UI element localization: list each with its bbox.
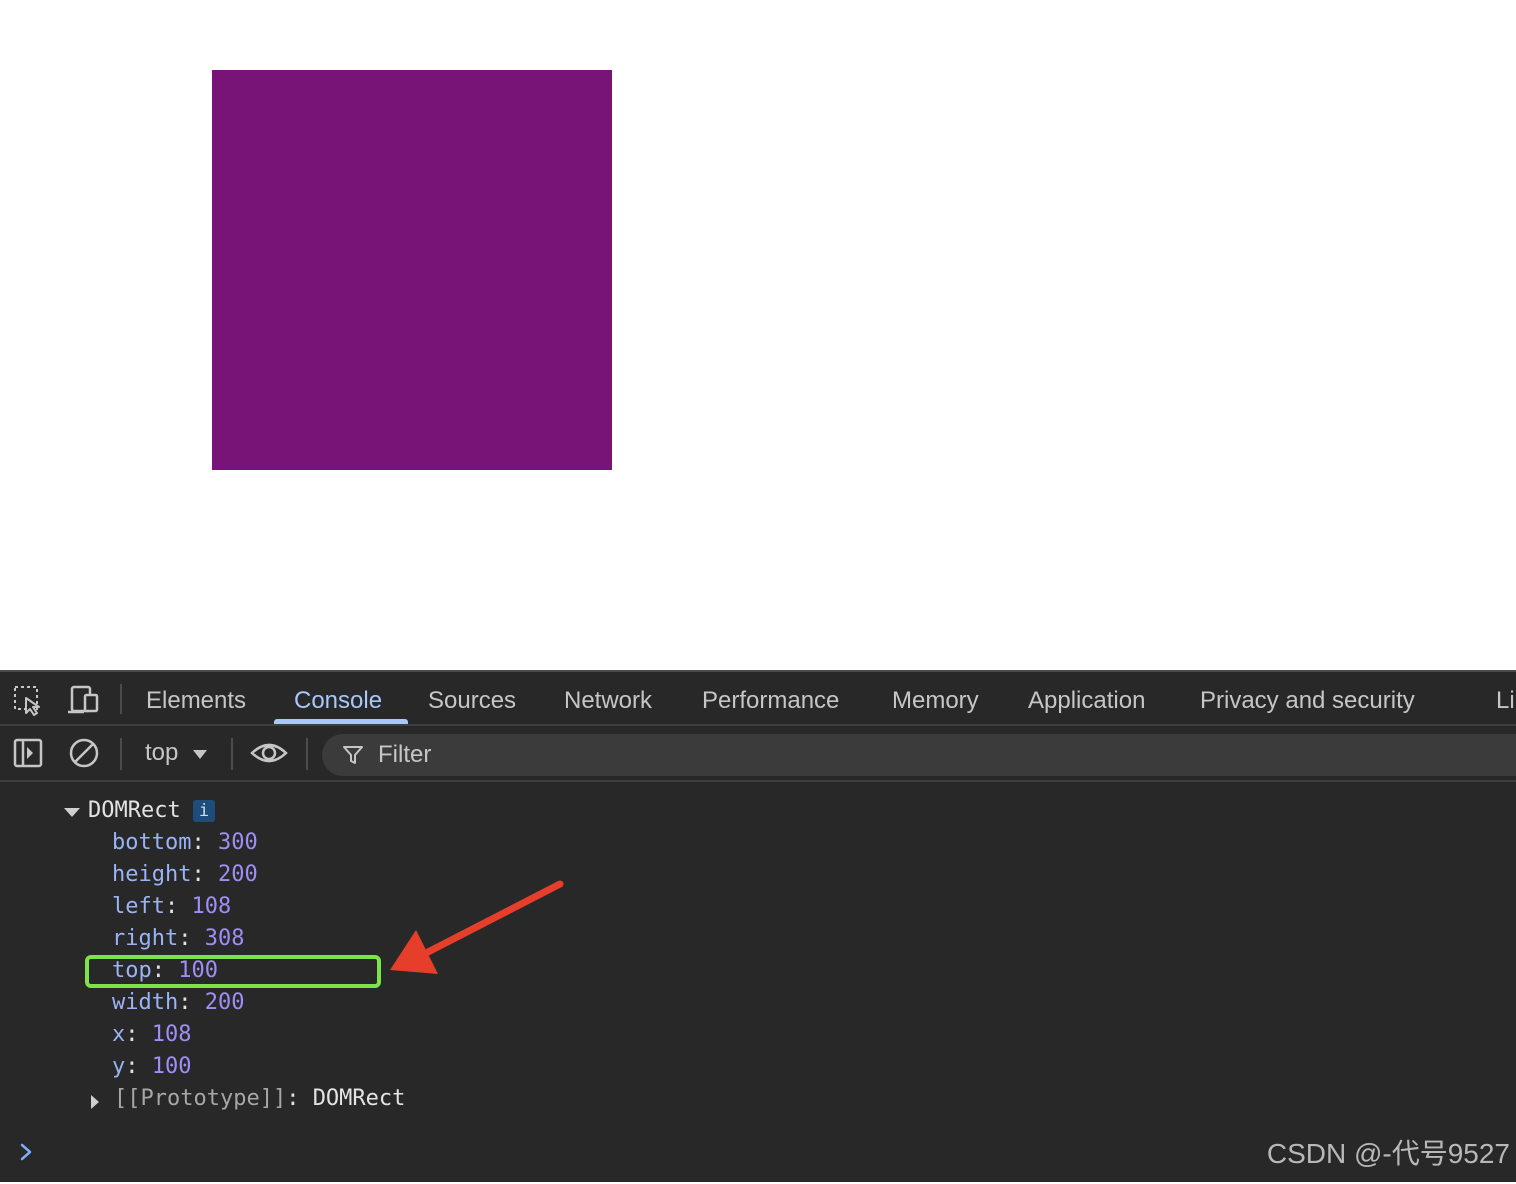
toolbar-separator bbox=[231, 738, 233, 770]
tab-lighthouse[interactable]: Li bbox=[1496, 687, 1515, 715]
devtools-tabbar: Elements Console Sources Network Perform… bbox=[0, 672, 1516, 726]
property-colon: : bbox=[178, 990, 191, 1015]
filter-icon bbox=[342, 744, 364, 766]
tab-elements[interactable]: Elements bbox=[146, 687, 246, 715]
console-output: DOMRect i bottom: 300 height: 200 left: … bbox=[0, 782, 1516, 1184]
property-value: 200 bbox=[218, 862, 258, 887]
property-colon: : bbox=[191, 862, 204, 887]
tab-privacy-and-security[interactable]: Privacy and security bbox=[1200, 687, 1415, 715]
property-row: left: 108 bbox=[112, 894, 231, 920]
purple-box bbox=[212, 70, 612, 470]
info-icon[interactable]: i bbox=[193, 800, 215, 822]
property-value: 200 bbox=[205, 990, 245, 1015]
property-row: width: 200 bbox=[112, 990, 244, 1016]
tabbar-separator bbox=[120, 684, 122, 714]
property-colon: : bbox=[165, 894, 178, 919]
property-key: height bbox=[112, 862, 191, 887]
property-row: x: 108 bbox=[112, 1022, 192, 1048]
property-row: bottom: 300 bbox=[112, 830, 258, 856]
clear-console-icon[interactable] bbox=[68, 737, 100, 769]
prototype-row[interactable]: [[Prototype]]: DOMRect bbox=[114, 1086, 405, 1112]
console-prompt-icon[interactable] bbox=[18, 1142, 34, 1162]
chevron-down-icon[interactable] bbox=[193, 750, 207, 759]
property-row: height: 200 bbox=[112, 862, 258, 888]
inspect-element-icon[interactable] bbox=[12, 684, 44, 716]
live-expression-icon[interactable] bbox=[250, 737, 288, 769]
annotation-arrow bbox=[380, 878, 570, 982]
property-key: left bbox=[112, 894, 165, 919]
prototype-value: DOMRect bbox=[313, 1086, 406, 1111]
property-value: 300 bbox=[218, 830, 258, 855]
property-colon: : bbox=[178, 926, 191, 951]
property-row: right: 308 bbox=[112, 926, 244, 952]
active-tab-indicator bbox=[274, 719, 408, 724]
property-value: 100 bbox=[152, 1054, 192, 1079]
property-row: y: 100 bbox=[112, 1054, 192, 1080]
object-name[interactable]: DOMRect bbox=[88, 798, 181, 824]
toolbar-separator bbox=[306, 738, 308, 770]
property-colon: : bbox=[125, 1022, 138, 1047]
tab-performance[interactable]: Performance bbox=[702, 687, 839, 715]
property-colon: : bbox=[286, 1086, 299, 1111]
property-key: right bbox=[112, 926, 178, 951]
filter-placeholder: Filter bbox=[378, 741, 431, 769]
tab-application[interactable]: Application bbox=[1028, 687, 1145, 715]
expand-arrow-icon[interactable] bbox=[64, 808, 80, 817]
property-colon: : bbox=[125, 1054, 138, 1079]
property-key: y bbox=[112, 1054, 125, 1079]
device-toolbar-icon[interactable] bbox=[68, 684, 100, 716]
prototype-key: [[Prototype]] bbox=[114, 1086, 286, 1111]
property-value: 108 bbox=[152, 1022, 192, 1047]
property-value: 308 bbox=[205, 926, 245, 951]
property-key: x bbox=[112, 1022, 125, 1047]
watermark: CSDN @-代号9527 bbox=[1267, 1132, 1510, 1172]
filter-input[interactable]: Filter bbox=[322, 734, 1516, 776]
page-viewport bbox=[0, 0, 1516, 670]
property-value: 108 bbox=[191, 894, 231, 919]
collapse-arrow-icon[interactable] bbox=[91, 1095, 99, 1109]
sidebar-toggle-icon[interactable] bbox=[12, 737, 44, 769]
devtools-panel: Elements Console Sources Network Perform… bbox=[0, 670, 1516, 1182]
console-toolbar: top Filter bbox=[0, 726, 1516, 782]
highlight-box bbox=[85, 955, 381, 988]
tab-memory[interactable]: Memory bbox=[892, 687, 979, 715]
toolbar-separator bbox=[120, 738, 122, 770]
property-key: bottom bbox=[112, 830, 191, 855]
tab-sources[interactable]: Sources bbox=[428, 687, 516, 715]
property-colon: : bbox=[191, 830, 204, 855]
tab-network[interactable]: Network bbox=[564, 687, 652, 715]
tab-console[interactable]: Console bbox=[294, 687, 382, 715]
context-selector[interactable]: top bbox=[145, 739, 178, 767]
property-key: width bbox=[112, 990, 178, 1015]
